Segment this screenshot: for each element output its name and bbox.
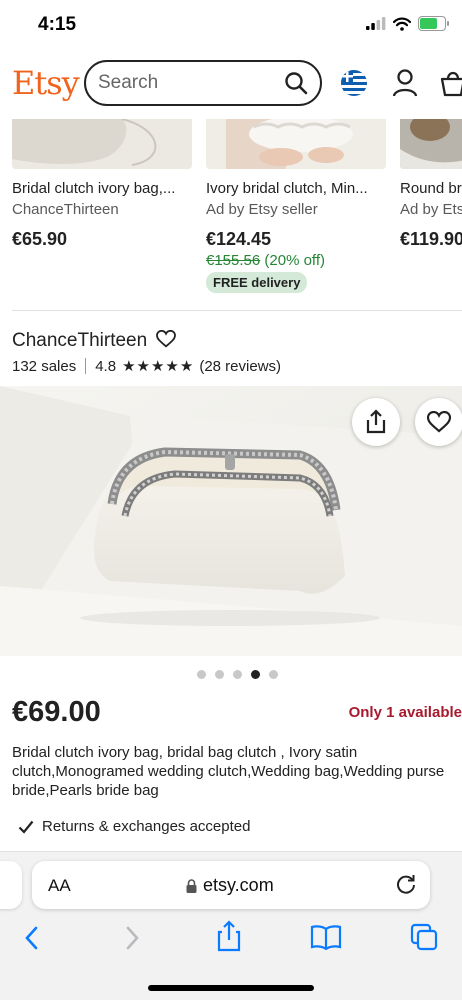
shop-sales: 132 sales [12, 357, 77, 375]
forward-icon[interactable] [122, 925, 142, 951]
cellular-signal-icon [366, 17, 386, 30]
listing-seller-3: Ad by Ets [400, 201, 462, 218]
home-indicator [148, 985, 314, 991]
section-divider [12, 310, 462, 311]
listing-image-3[interactable] [400, 119, 462, 169]
product-price: €69.00 [12, 696, 101, 728]
listing-price-3: €119.90 [400, 229, 462, 249]
search-placeholder: Search [98, 72, 159, 93]
checkmark-icon [18, 820, 34, 834]
returns-label: Returns & exchanges accepted [42, 818, 251, 835]
stock-status: Only 1 available [348, 704, 462, 721]
listing-discount-2: €155.56 (20% off) [206, 252, 325, 269]
returns-policy: Returns & exchanges accepted [18, 818, 250, 835]
listing-title-2[interactable]: Ivory bridal clutch, Min... [206, 180, 392, 197]
share-sheet-icon[interactable] [216, 920, 242, 952]
favorite-shop-icon[interactable] [156, 329, 177, 348]
share-icon [366, 409, 386, 434]
free-delivery-badge: FREE delivery [206, 272, 308, 293]
stats-separator [85, 358, 87, 374]
favorite-button[interactable] [415, 398, 462, 446]
listing-price-2: €124.45 [206, 229, 272, 249]
rating-stars-icon: ★★★★★ [122, 358, 195, 375]
pagination-dot[interactable] [197, 670, 206, 679]
product-description: Bridal clutch ivory bag, bridal bag clut… [12, 744, 445, 799]
listing-image-2[interactable] [206, 119, 386, 169]
back-icon[interactable] [22, 925, 42, 951]
tabs-icon[interactable] [410, 923, 438, 951]
cart-icon[interactable] [440, 69, 462, 97]
listing-title-3[interactable]: Round br [400, 180, 462, 197]
listing-old-price-2: €155.56 [206, 252, 261, 269]
shop-rating: 4.8 [95, 357, 117, 375]
listing-title-1[interactable]: Bridal clutch ivory bag,... [12, 180, 198, 197]
status-icons [366, 16, 449, 31]
search-icon[interactable] [284, 71, 308, 95]
pagination-dot[interactable] [269, 670, 278, 679]
status-time: 4:15 [38, 14, 77, 35]
listing-image-1[interactable] [12, 119, 192, 169]
search-input[interactable]: Search [84, 60, 322, 106]
heart-icon [427, 411, 451, 433]
shop-reviews[interactable]: (28 reviews) [199, 358, 281, 375]
reload-icon[interactable] [395, 873, 417, 895]
pagination-dot[interactable] [233, 670, 242, 679]
previous-tab-card[interactable] [0, 861, 22, 909]
pagination-dot-active[interactable] [251, 670, 260, 679]
pagination-dot[interactable] [215, 670, 224, 679]
listing-seller-1: ChanceThirteen [12, 201, 119, 218]
shop-name-label[interactable]: ChanceThirteen [12, 330, 147, 351]
wifi-icon [393, 17, 411, 31]
listing-price-1: €65.90 [12, 229, 68, 249]
listing-seller-2: Ad by Etsy seller [206, 201, 318, 218]
lock-icon [186, 878, 197, 893]
image-pagination[interactable] [197, 670, 278, 679]
url-display[interactable]: etsy.com [186, 875, 274, 896]
page-settings-button[interactable]: AA [48, 876, 71, 896]
account-icon[interactable] [392, 69, 418, 97]
etsy-logo[interactable]: Etsy [12, 64, 80, 102]
battery-icon [418, 16, 449, 31]
share-button[interactable] [352, 398, 400, 446]
bookmarks-icon[interactable] [310, 924, 342, 950]
greece-flag-icon[interactable] [341, 70, 367, 96]
shop-name[interactable]: ChanceThirteen [12, 329, 177, 352]
listing-discount-percent-2: (20% off) [264, 252, 325, 269]
url-text[interactable]: etsy.com [203, 875, 274, 896]
shop-stats: 132 sales 4.8 ★★★★★ (28 reviews) [12, 357, 281, 376]
